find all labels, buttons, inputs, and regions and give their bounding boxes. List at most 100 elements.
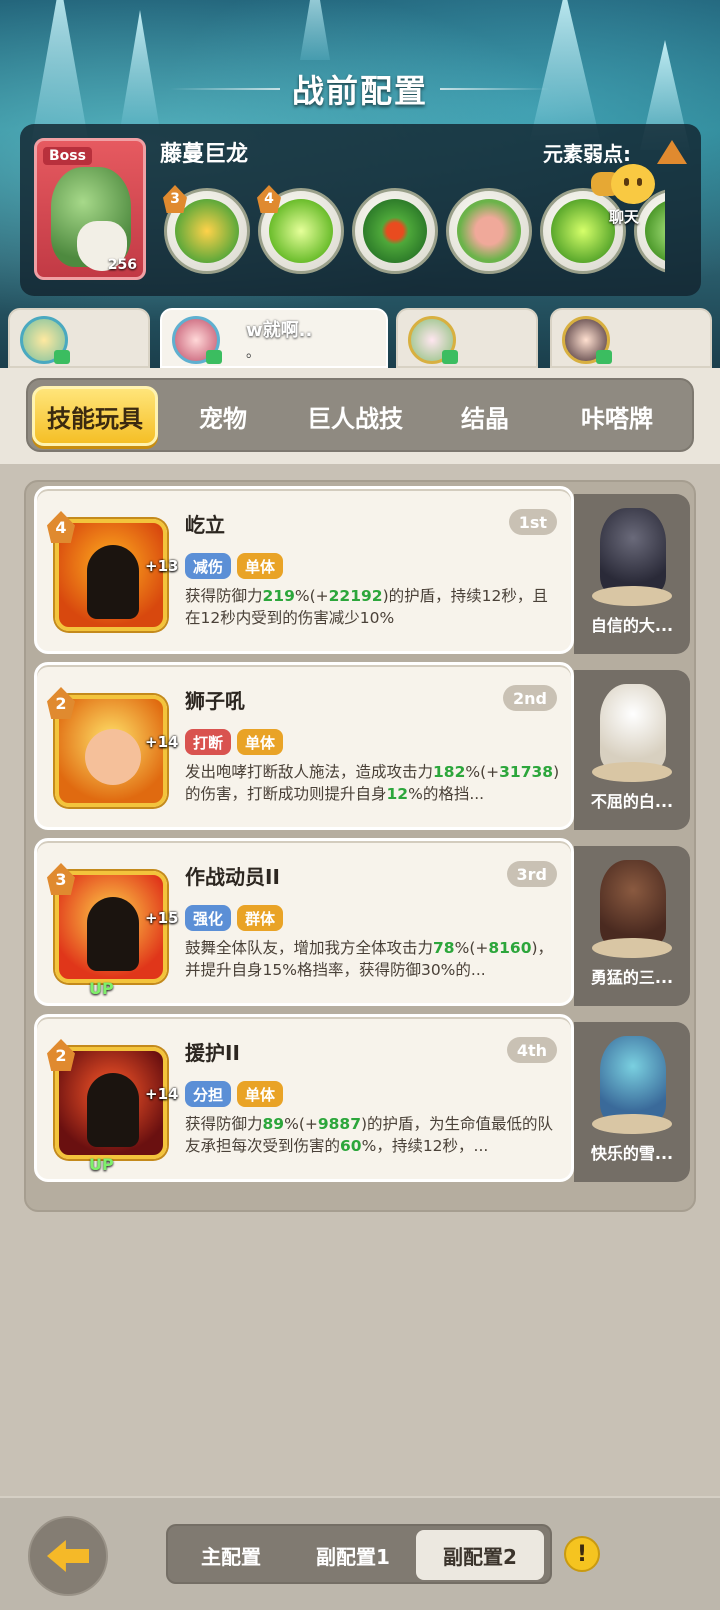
desc-value: 182 — [433, 763, 466, 781]
boss-card[interactable]: Boss 256 — [34, 138, 146, 280]
bottom-bar: 主配置 副配置1 副配置2 ! — [0, 1496, 720, 1610]
smiley-icon — [611, 164, 655, 204]
skill-name: 援护II — [185, 1041, 240, 1065]
desc-text: 鼓舞全体队友，增加我方全体攻击力 — [185, 939, 434, 957]
silhouette-figure — [87, 545, 139, 619]
skill-tag-target: 单体 — [237, 553, 284, 579]
pet-pedestal — [592, 938, 672, 958]
skill-level-badge: 3 — [163, 185, 187, 213]
skill-bonus: +14 — [145, 733, 179, 751]
online-badge-icon — [442, 350, 458, 364]
tab-main-config[interactable]: 主配置 — [172, 1530, 290, 1580]
skill-rank-badge: 2nd — [503, 685, 557, 711]
boss-skill-orb[interactable] — [446, 188, 532, 274]
page-title: 战前配置 — [291, 72, 428, 110]
skill-row[interactable]: 自信的大... +13 4 屹立 1st 减伤 单体 获得防御力219%(+22… — [34, 486, 690, 654]
teammate-slot[interactable] — [396, 308, 538, 368]
skill-description: 获得防御力219%(+22192)的护盾，持续12秒，且在12秒内受到的伤害减少… — [185, 585, 561, 651]
upgrade-indicator: UP — [89, 979, 114, 998]
tab-giant-skills[interactable]: 巨人战技 — [286, 386, 424, 446]
pet-name: 自信的大... — [590, 616, 674, 635]
skill-tag-target: 单体 — [237, 729, 284, 755]
skill-description: 获得防御力89%(+9887)的护盾，为生命值最低的队友承担每次受到伤害的60%… — [185, 1113, 561, 1179]
skill-row[interactable]: 勇猛的三... +15 UP 3 作战动员II 3rd 强化 群体 鼓舞全体队友… — [34, 838, 690, 1006]
tab-crystals[interactable]: 结晶 — [430, 386, 540, 446]
skill-rank-badge: 1st — [508, 509, 557, 535]
boss-panel: Boss 256 藤蔓巨龙 元素弱点: 3 4 聊天 — [20, 124, 701, 296]
desc-value: 31738 — [499, 763, 554, 781]
skill-name: 作战动员II — [185, 865, 280, 889]
pet-pedestal — [592, 586, 672, 606]
skill-card[interactable]: +14 UP 2 援护II 4th 分担 单体 获得防御力89%(+9887)的… — [34, 1014, 574, 1182]
upgrade-indicator: UP — [89, 1155, 114, 1174]
pet-name: 快乐的雪... — [590, 1144, 674, 1163]
tab-pets[interactable]: 宠物 — [166, 386, 280, 446]
desc-value: 12 — [386, 785, 409, 803]
skill-bonus: +15 — [145, 909, 179, 927]
skill-card[interactable]: +13 4 屹立 1st 减伤 单体 获得防御力219%(+22192)的护盾，… — [34, 486, 574, 654]
element-weakness-icon[interactable] — [657, 140, 687, 164]
element-weakness-label: 元素弱点: — [543, 142, 631, 166]
online-badge-icon — [206, 350, 222, 364]
lion-face — [85, 729, 141, 785]
chat-label: 聊天 — [609, 208, 640, 226]
category-tabs-area: 技能玩具 宠物 巨人战技 结晶 咔嗒牌 — [0, 368, 720, 464]
crystal-decoration — [300, 0, 330, 60]
skill-card[interactable]: +15 UP 3 作战动员II 3rd 强化 群体 鼓舞全体队友，增加我方全体攻… — [34, 838, 574, 1006]
desc-text: %(+ — [465, 763, 500, 781]
warning-icon[interactable]: ! — [564, 1536, 600, 1572]
config-switcher: 主配置 副配置1 副配置2 — [166, 1524, 552, 1584]
goat-pet-icon — [600, 508, 666, 594]
category-tabs: 技能玩具 宠物 巨人战技 结晶 咔嗒牌 — [26, 378, 694, 452]
silhouette-figure — [87, 1073, 139, 1147]
skill-row[interactable]: 不屈的白... +14 2 狮子吼 2nd 打断 单体 发出咆哮打断敌人施法，造… — [34, 662, 690, 830]
boss-skill-list: 3 4 — [160, 184, 665, 284]
desc-value: 9887 — [317, 1115, 361, 1133]
teammate-slot[interactable] — [550, 308, 712, 368]
tab-sub-config-1[interactable]: 副配置1 — [294, 1530, 412, 1580]
boar-skill-icon — [457, 199, 521, 263]
desc-value: 8160 — [488, 939, 532, 957]
skill-level-badge: 3 — [47, 863, 75, 895]
boss-skill-orb[interactable]: 3 — [163, 185, 250, 274]
teammate-slot[interactable] — [8, 308, 150, 368]
desc-text: %(+ — [284, 1115, 318, 1133]
silhouette-figure — [87, 897, 139, 971]
skill-tag-target: 群体 — [237, 905, 284, 931]
boss-skill-orb[interactable] — [352, 188, 438, 274]
skill-tag-type: 减伤 — [185, 553, 232, 579]
skill-tag-type: 强化 — [185, 905, 232, 931]
pet-name: 不屈的白... — [590, 792, 674, 811]
tab-click-cards[interactable]: 咔嗒牌 — [546, 386, 688, 446]
teammate-tabs: w就啊.. 。 — [0, 302, 720, 368]
online-badge-icon — [596, 350, 612, 364]
desc-text: 获得防御力 — [185, 587, 263, 605]
skill-bonus: +13 — [145, 557, 179, 575]
desc-text: %(+ — [294, 587, 329, 605]
boss-skill-orb[interactable]: 4 — [257, 185, 344, 274]
green-flame-skill-icon — [269, 199, 333, 263]
pet-pedestal — [592, 762, 672, 782]
chat-button[interactable]: 聊天 — [591, 164, 661, 234]
back-button[interactable] — [28, 1516, 108, 1596]
back-arrow-icon — [47, 1540, 89, 1572]
tab-skill-toys[interactable]: 技能玩具 — [32, 386, 158, 446]
skill-row[interactable]: 快乐的雪... +14 UP 2 援护II 4th 分担 单体 获得防御力89%… — [34, 1014, 690, 1182]
pet-slot[interactable]: 不屈的白... — [574, 670, 690, 830]
pet-slot[interactable]: 勇猛的三... — [574, 846, 690, 1006]
white-sheep-pet-icon — [600, 684, 666, 770]
pet-slot[interactable]: 自信的大... — [574, 494, 690, 654]
skill-level-badge: 2 — [47, 687, 75, 719]
green-dragon-skill-icon — [175, 199, 239, 263]
blood-drop-skill-icon — [363, 199, 427, 263]
skill-card[interactable]: +14 2 狮子吼 2nd 打断 单体 发出咆哮打断敌人施法，造成攻击力182%… — [34, 662, 574, 830]
desc-text: %的格挡... — [408, 785, 485, 803]
skill-list: 自信的大... +13 4 屹立 1st 减伤 单体 获得防御力219%(+22… — [24, 480, 696, 1212]
teammate-name-suffix: 。 — [246, 345, 260, 361]
desc-text: %，持续12秒，... — [361, 1137, 489, 1155]
pet-slot[interactable]: 快乐的雪... — [574, 1022, 690, 1182]
tab-sub-config-2[interactable]: 副配置2 — [416, 1530, 544, 1580]
teammate-slot-active[interactable]: w就啊.. 。 — [160, 308, 388, 368]
desc-value: 22192 — [328, 587, 383, 605]
skill-name: 屹立 — [185, 513, 225, 537]
